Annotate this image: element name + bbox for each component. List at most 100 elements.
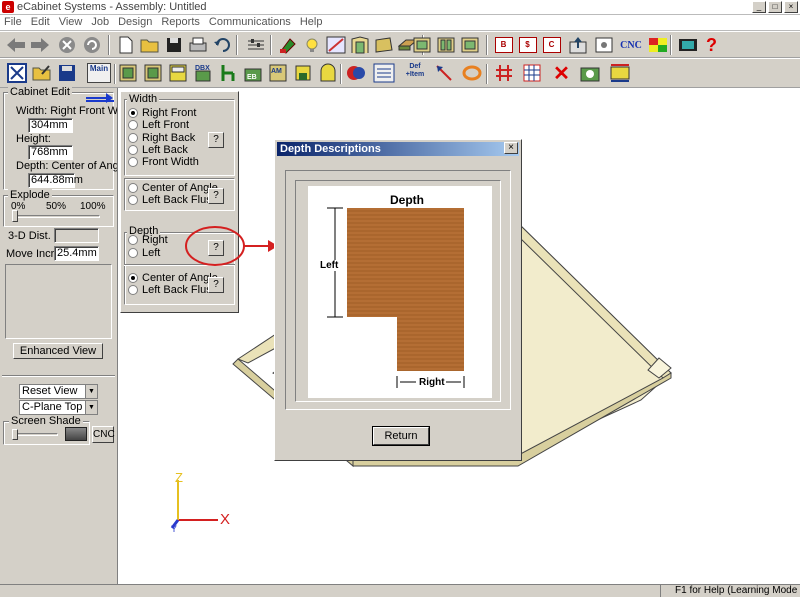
cnc-button[interactable]: CNC	[618, 34, 644, 56]
menu-reports[interactable]: Reports	[161, 15, 200, 30]
menu-view[interactable]: View	[59, 15, 83, 30]
cabinet-icon-2[interactable]	[434, 34, 457, 56]
width-left-back-flush-radio[interactable]: Left Back Flush	[128, 194, 218, 206]
enhanced-view-button[interactable]: Enhanced View	[13, 343, 103, 359]
width-left-front-radio[interactable]: Left Front	[128, 119, 189, 131]
forward-arrow-icon[interactable]	[28, 34, 51, 56]
material-paint-icon[interactable]	[276, 34, 299, 56]
cabinet-frame-icon[interactable]	[348, 34, 371, 56]
restore-button[interactable]: □	[768, 1, 782, 13]
depth-center-angle-radio[interactable]: Center of Angle	[128, 272, 218, 284]
width-right-front-radio[interactable]: Right Front	[128, 107, 196, 119]
report-b-icon[interactable]: B	[492, 34, 515, 56]
cabinet-edit-title: Cabinet Edit	[8, 86, 72, 98]
shade-slider-track[interactable]	[12, 433, 58, 436]
am-icon[interactable]: AM	[266, 62, 289, 84]
depth-help-button-2[interactable]: ?	[208, 277, 224, 293]
axis-y-label: Y	[171, 524, 178, 534]
dialog-title: Depth Descriptions	[280, 143, 381, 155]
dbx-icon[interactable]: DBX	[191, 62, 214, 84]
drawer-icon[interactable]	[291, 62, 314, 84]
menu-help[interactable]: Help	[300, 15, 323, 30]
chair-icon[interactable]	[216, 62, 239, 84]
menu-file[interactable]: File	[4, 15, 22, 30]
upload-icon[interactable]	[566, 34, 589, 56]
assembly-icon[interactable]	[344, 62, 367, 84]
depth-right-radio[interactable]: Right	[128, 234, 168, 246]
report-dollar-icon[interactable]: $	[516, 34, 539, 56]
base-cabinet-icon[interactable]	[116, 62, 139, 84]
width-center-angle-radio[interactable]: Center of Angle	[128, 182, 218, 194]
pointer-arrow-icon[interactable]	[432, 62, 455, 84]
shade-color-swatch[interactable]	[65, 427, 87, 441]
undo-icon[interactable]	[210, 34, 233, 56]
reset-view-select[interactable]: Reset View ▼	[19, 384, 98, 399]
status-text: F1 for Help (Learning Mode ON)	[660, 585, 800, 597]
menu-design[interactable]: Design	[118, 15, 152, 30]
new-file-icon[interactable]	[114, 34, 137, 56]
screen-shade-title: Screen Shade	[9, 415, 83, 427]
shade-slider-thumb[interactable]	[12, 429, 18, 440]
menu-edit[interactable]: Edit	[31, 15, 50, 30]
eb-icon[interactable]: EB	[241, 62, 264, 84]
width-help-button[interactable]: ?	[208, 132, 224, 148]
main-button[interactable]: Main	[86, 62, 112, 84]
height-input[interactable]: 768mm	[28, 145, 73, 160]
save-disk-icon[interactable]	[162, 34, 185, 56]
title-bar: e eCabinet Systems - Assembly: Untitled …	[0, 0, 800, 15]
width-right-back-radio[interactable]: Right Back	[128, 132, 195, 144]
arch-icon[interactable]	[316, 62, 339, 84]
back-arrow-icon[interactable]	[4, 34, 27, 56]
menu-job[interactable]: Job	[91, 15, 109, 30]
molding-icon[interactable]	[372, 34, 395, 56]
width-front-width-radio[interactable]: Front Width	[128, 156, 199, 168]
camera-icon[interactable]	[578, 62, 601, 84]
grid-select-icon[interactable]	[520, 62, 543, 84]
open-folder-icon[interactable]	[138, 34, 161, 56]
width-title: Width	[127, 93, 160, 105]
3d-dist-input[interactable]	[54, 228, 99, 243]
sliders-icon[interactable]	[244, 34, 267, 56]
depth-left-back-flush-radio[interactable]: Left Back Flush	[128, 284, 218, 296]
properties-sheet-icon[interactable]	[372, 62, 395, 84]
dimension-icon[interactable]	[608, 62, 631, 84]
move-incr-input[interactable]: 25.4mm	[54, 246, 99, 261]
help-question-icon[interactable]: ?	[700, 34, 723, 56]
film-strip-icon[interactable]	[676, 34, 699, 56]
settings-sheet-icon[interactable]	[592, 34, 615, 56]
refresh-circle-icon[interactable]	[80, 34, 103, 56]
arrow-right-icon[interactable]	[86, 92, 114, 103]
delete-x-icon[interactable]: ✕	[550, 62, 573, 85]
layout-grid-icon[interactable]	[646, 34, 669, 56]
tall-cabinet-icon[interactable]	[166, 62, 189, 84]
cabinet-edit-icon[interactable]	[5, 62, 28, 84]
light-bulb-icon[interactable]	[300, 34, 323, 56]
width-input[interactable]: 304mm	[28, 118, 73, 133]
width-left-back-radio[interactable]: Left Back	[128, 144, 188, 156]
cancel-circle-icon[interactable]	[55, 34, 78, 56]
dialog-close-button[interactable]: ×	[504, 142, 518, 154]
wall-cabinet-icon[interactable]	[141, 62, 164, 84]
depth-input[interactable]: 644.88mm	[28, 173, 83, 188]
cabinet-icon-3[interactable]	[458, 34, 481, 56]
menu-communications[interactable]: Communications	[209, 15, 291, 30]
minimize-button[interactable]: _	[752, 1, 766, 13]
report-c-icon[interactable]: C	[540, 34, 563, 56]
line-style-icon[interactable]	[324, 34, 347, 56]
cabinet-icon-1[interactable]	[410, 34, 433, 56]
hash-grid-icon[interactable]	[492, 62, 515, 84]
cplane-select[interactable]: C-Plane Top ▼	[19, 400, 98, 415]
explode-slider-thumb[interactable]	[12, 210, 18, 222]
right-dimension-label: Right	[419, 377, 445, 388]
save-edit-icon[interactable]	[55, 62, 78, 84]
print-icon[interactable]	[186, 34, 209, 56]
depth-left-radio[interactable]: Left	[128, 247, 160, 259]
width-help-button-2[interactable]: ?	[208, 188, 224, 204]
cnc-small-button[interactable]: CNC	[92, 426, 115, 443]
explode-slider-track[interactable]	[12, 215, 100, 218]
rotate-icon[interactable]	[460, 62, 483, 84]
close-button[interactable]: ×	[784, 1, 798, 13]
open-edit-icon[interactable]	[30, 62, 53, 84]
return-button[interactable]: Return	[373, 427, 429, 445]
def-item-button[interactable]: Def +Item	[400, 62, 430, 84]
